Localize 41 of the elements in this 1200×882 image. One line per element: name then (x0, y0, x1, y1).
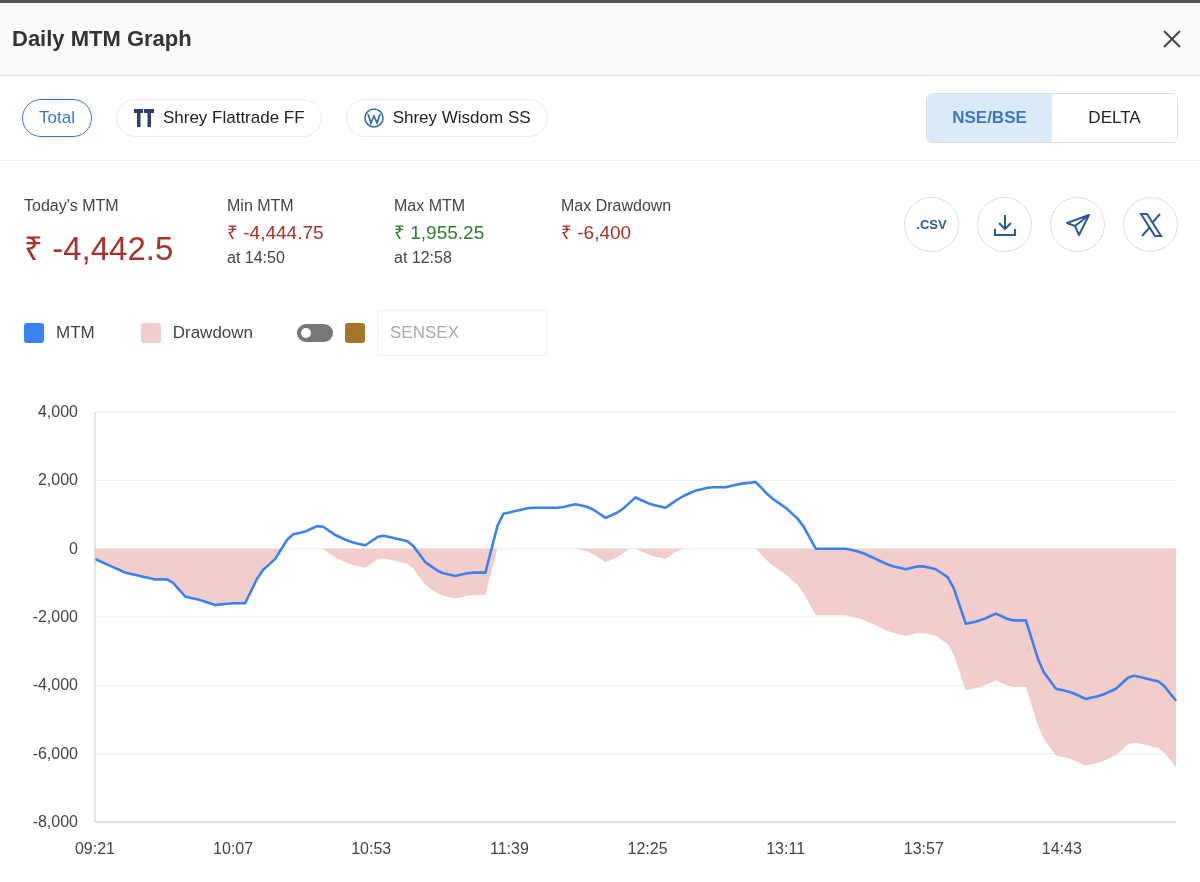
x-axis-label: 10:53 (351, 840, 392, 857)
x-axis-label: 09:21 (75, 840, 115, 857)
toggle-switch[interactable] (297, 324, 334, 342)
y-axis-label: -2,000 (32, 608, 78, 625)
dialog-title: Daily MTM Graph (12, 26, 192, 52)
y-axis-label: -8,000 (32, 813, 78, 830)
stat-value: ₹ 1,955.25 (394, 221, 486, 245)
close-icon[interactable] (1162, 29, 1182, 49)
x-axis-label: 13:57 (903, 840, 944, 857)
csv-button[interactable]: .CSV (904, 197, 959, 252)
account-tab[interactable]: Total (22, 99, 92, 137)
x-axis-label: 14:43 (1041, 840, 1082, 857)
stat-label: Max MTM (394, 197, 467, 215)
stat-label: Max Drawdown (561, 197, 673, 215)
exchange-tab[interactable]: NSE/BSE (927, 94, 1052, 142)
account-tab[interactable]: Shrey Flattrade FF (115, 99, 322, 137)
y-axis-label: 4,000 (37, 403, 78, 420)
stat-value: ₹ -4,442.5 (24, 229, 175, 269)
y-axis-label: -4,000 (32, 676, 78, 694)
stat-value: ₹ -6,400 (561, 221, 633, 245)
paper-plane-icon (1064, 211, 1091, 238)
x-logo-icon (1137, 211, 1164, 238)
y-axis-label: 2,000 (37, 471, 78, 489)
stat-time: at 12:58 (394, 249, 453, 267)
w-emblem-icon (362, 107, 385, 129)
stat-time: at 14:50 (227, 249, 286, 267)
double-t-icon (132, 108, 155, 128)
x-axis-label: 12:25 (627, 840, 668, 857)
x-axis-label: 13:11 (766, 840, 806, 857)
y-axis-label: -6,000 (32, 744, 78, 762)
stat-value: ₹ -4,444.75 (227, 221, 325, 245)
index-color-swatch[interactable] (345, 323, 366, 343)
account-tab[interactable]: Shrey Wisdom SS (345, 99, 548, 137)
stat-label: Min MTM (227, 197, 295, 215)
legend-label: MTM (56, 323, 95, 343)
x-axis-label: 11:39 (489, 840, 529, 857)
stat-label: Today's MTM (24, 197, 120, 215)
legend-label: Drawdown (172, 323, 254, 343)
x-axis-label: 10:07 (213, 840, 254, 857)
y-axis-label: 0 (69, 539, 78, 557)
index-input-field[interactable]: SENSEX (377, 310, 548, 356)
